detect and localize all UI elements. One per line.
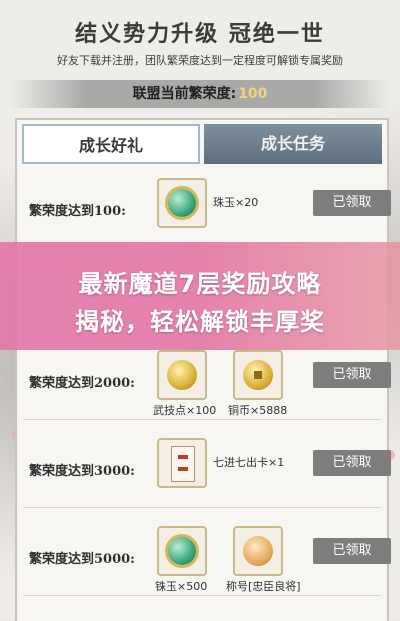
reward-item-slot[interactable]: [157, 438, 207, 488]
reward-item-caption: 武技点×100: [153, 404, 217, 417]
reward-threshold-label: 繁荣度达到5000:: [29, 552, 135, 567]
reward-row: 繁荣度达到100: 珠玉×20 已领取: [23, 172, 391, 248]
martial-point-icon: [167, 360, 197, 390]
banner-title-line-1: 最新魔道7层奖励攻略: [78, 270, 322, 298]
tab-growth-tasks[interactable]: 成长任务: [204, 124, 382, 164]
claimed-button[interactable]: 已领取: [313, 190, 391, 216]
claimed-button[interactable]: 已领取: [313, 450, 391, 476]
reward-item-slot[interactable]: [157, 350, 207, 400]
reward-item-caption: 称号[忠臣良将]: [226, 580, 301, 593]
reward-item-slot[interactable]: [157, 178, 207, 228]
reward-threshold-label: 繁荣度达到2000:: [29, 376, 135, 391]
rewards-panel: 成长好礼 成长任务 繁荣度达到100: 珠玉×20 已领取 繁荣度达到2000:…: [15, 118, 391, 621]
reward-item-caption: 铢玉×500: [155, 580, 208, 593]
reward-item-slot[interactable]: [233, 350, 283, 400]
reward-row: 繁荣度达到5000: 铢玉×500 称号[忠臣良将] 已领取: [23, 520, 391, 596]
reward-item-slot[interactable]: [157, 526, 207, 576]
page-title: 结义势力升级 冠绝一世: [75, 21, 325, 47]
reward-row: 繁荣度达到2000: 武技点×100 铜币×5888 已领取: [23, 344, 391, 420]
copper-coin-icon: [243, 360, 273, 390]
claimed-button[interactable]: 已领取: [313, 362, 391, 388]
prosperity-value: 100: [238, 86, 268, 102]
title-medal-icon: [243, 536, 273, 566]
reward-threshold-label: 繁荣度达到100:: [29, 204, 126, 219]
reward-row: 繁荣度达到3000: 七进七出卡×1 已领取: [23, 432, 391, 508]
claimed-button[interactable]: 已领取: [313, 538, 391, 564]
article-title-banner[interactable]: 最新魔道7层奖励攻略 揭秘，轻松解锁丰厚奖: [0, 242, 400, 350]
page-subtitle: 好友下载并注册，团队繁荣度达到一定程度可解锁专属奖励: [57, 54, 343, 67]
banner-title-line-2: 揭秘，轻松解锁丰厚奖: [75, 308, 325, 336]
page-header: 结义势力升级 冠绝一世 好友下载并注册，团队繁荣度达到一定程度可解锁专属奖励 联…: [0, 0, 400, 112]
prosperity-label: 联盟当前繁荣度:: [132, 86, 237, 102]
tab-bar: 成长好礼 成长任务: [22, 124, 382, 164]
reward-item-caption: 七进七出卡×1: [213, 456, 285, 469]
reward-threshold-label: 繁荣度达到3000:: [29, 464, 135, 479]
reward-item-slot[interactable]: [233, 526, 283, 576]
jade-icon: [168, 537, 196, 565]
reward-item-caption: 铜币×5888: [228, 404, 288, 417]
tab-growth-gifts[interactable]: 成长好礼: [22, 124, 200, 164]
card-icon: [171, 446, 195, 482]
jade-icon: [168, 189, 196, 217]
alliance-prosperity-bar: 联盟当前繁荣度: 100: [10, 80, 390, 108]
reward-item-caption: 珠玉×20: [213, 196, 259, 209]
